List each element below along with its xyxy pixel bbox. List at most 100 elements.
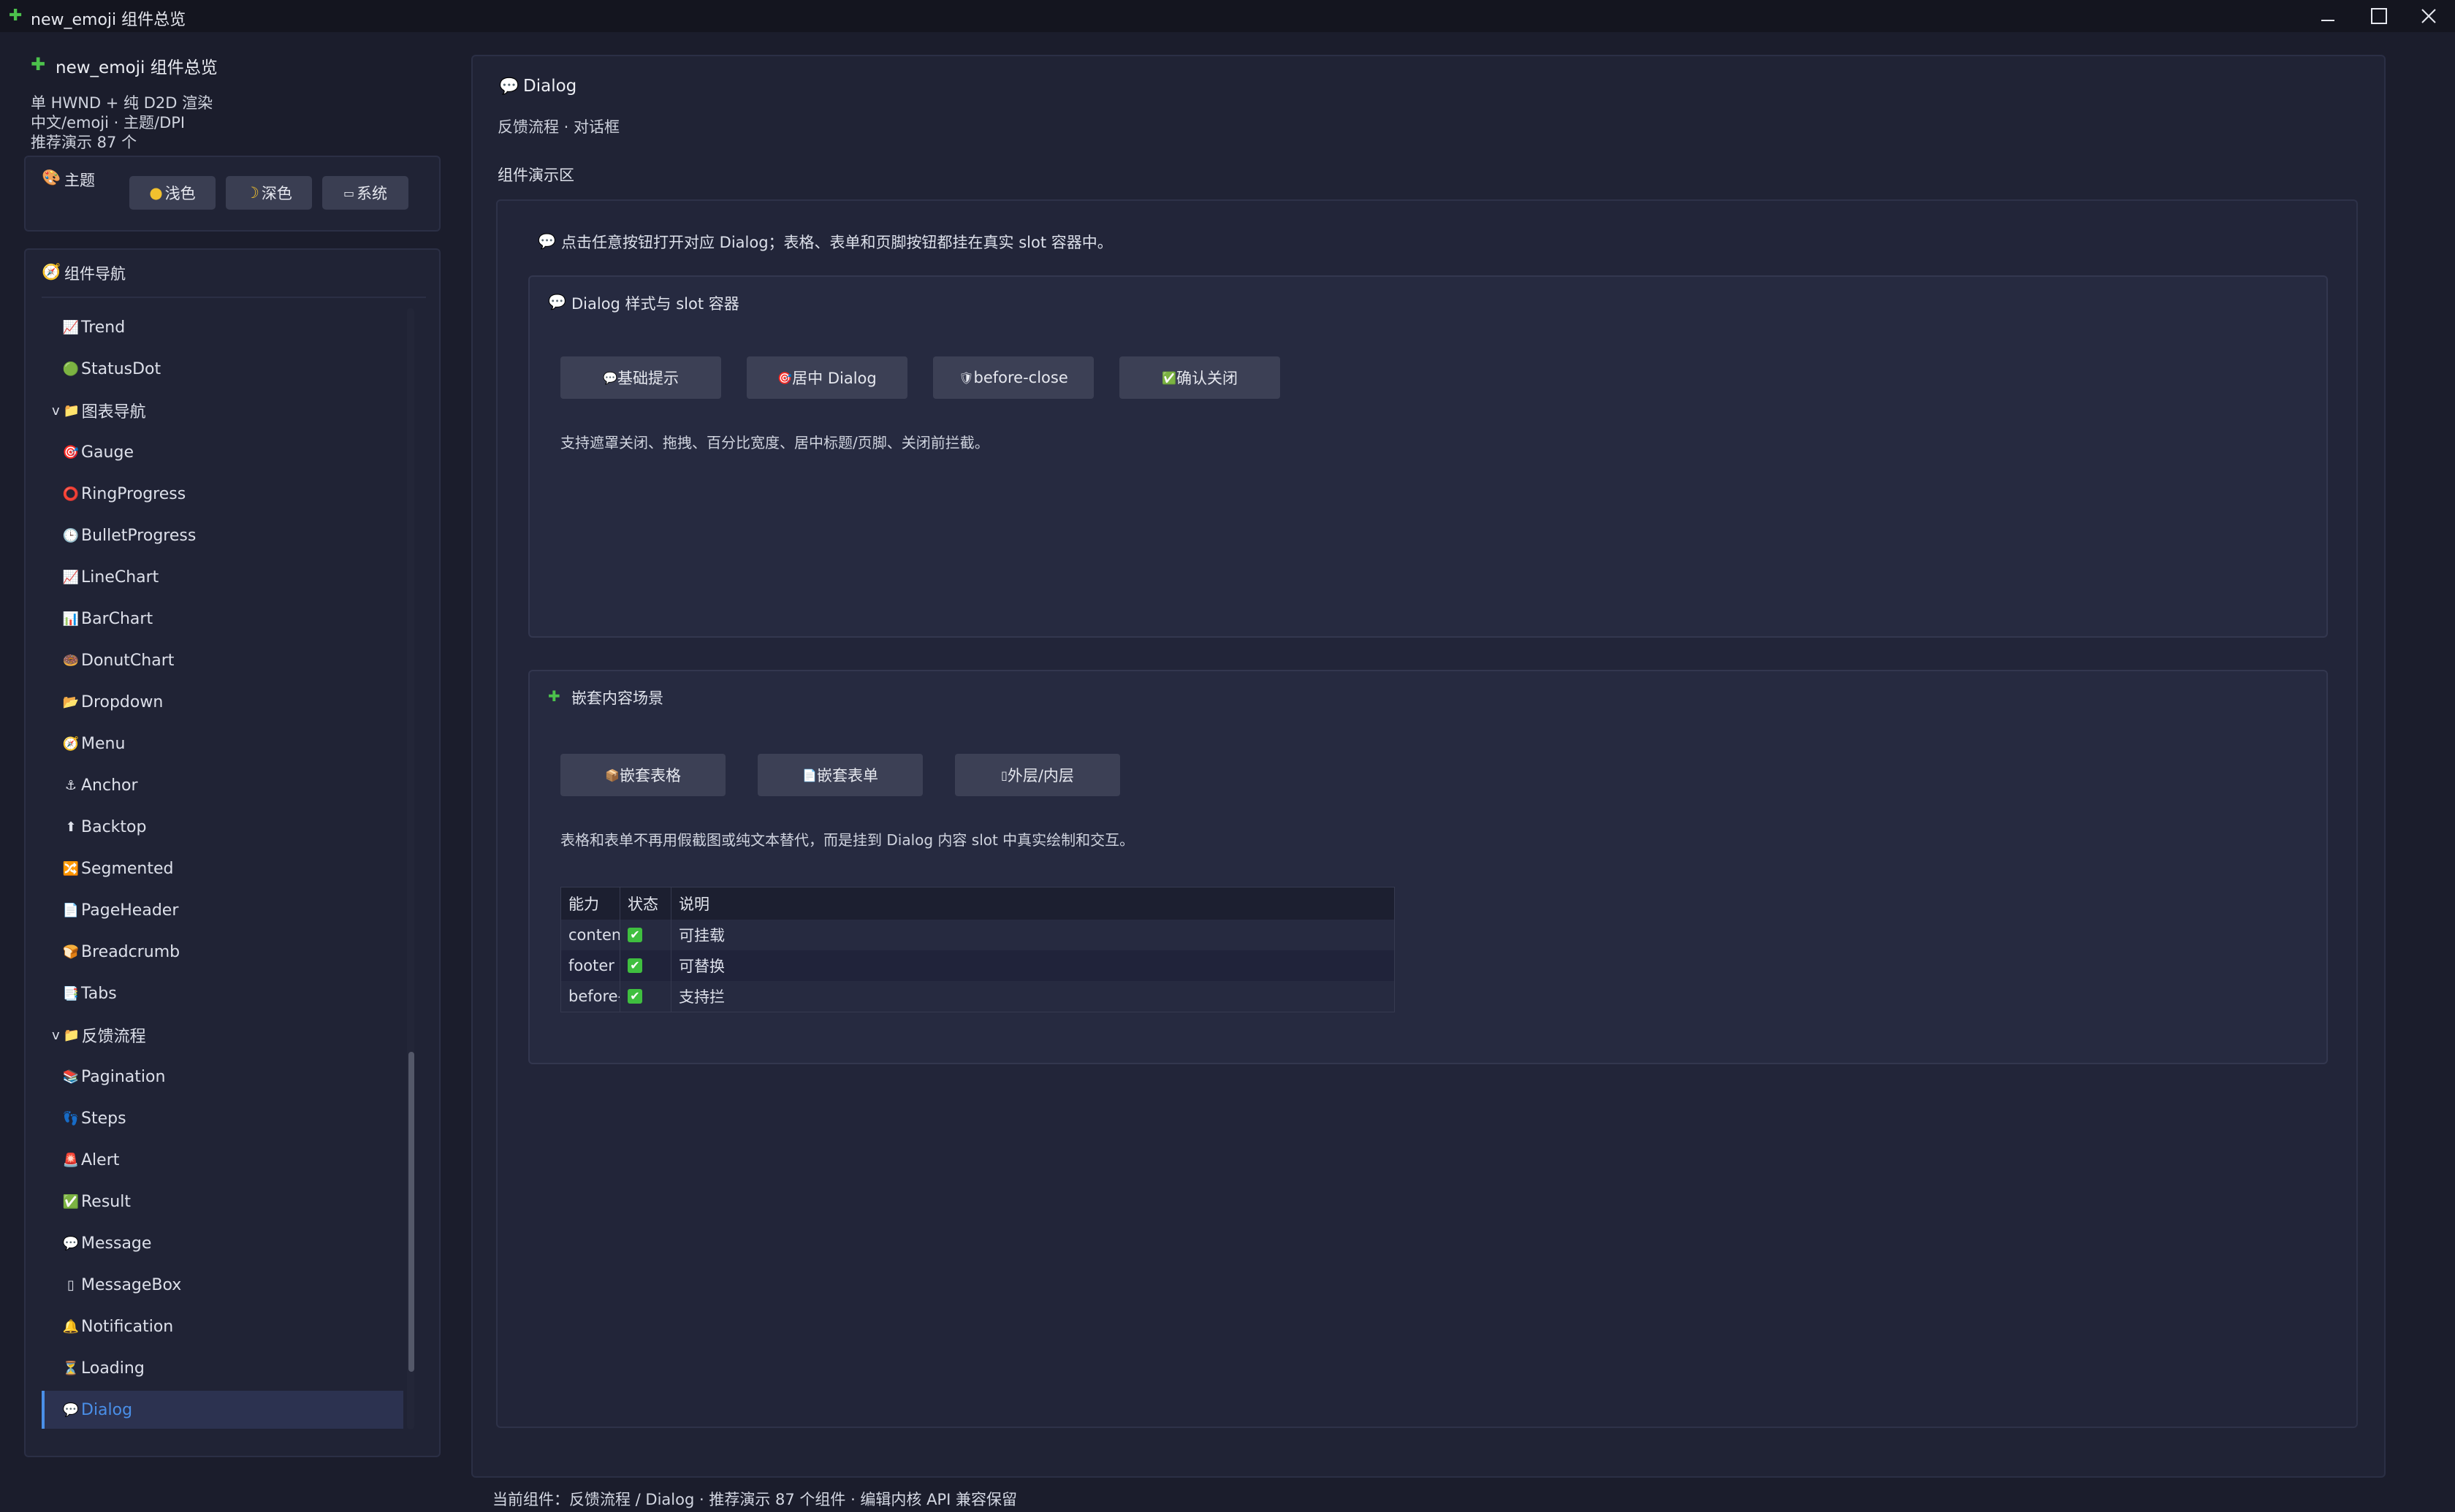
- nav-item[interactable]: 📚 Pagination: [42, 1058, 403, 1096]
- nav-item-label: Message: [81, 1234, 152, 1253]
- nav-item-icon: 📄: [62, 902, 80, 918]
- nav-item-label: Notification: [81, 1317, 174, 1336]
- nav-item[interactable]: 🧭 Menu: [42, 725, 403, 763]
- theme-light-button[interactable]: ● 浅色: [129, 176, 216, 210]
- card-title: 嵌套内容场景: [571, 690, 663, 707]
- theme-system-button[interactable]: ▭ 系统: [322, 176, 408, 210]
- nav-item[interactable]: 📈 LineChart: [42, 558, 403, 596]
- nav-item-label: Segmented: [81, 859, 174, 878]
- button-label: 基础提示: [617, 370, 679, 387]
- outer-inner-button[interactable]: ▯ 外层/内层: [955, 754, 1120, 796]
- nav-item[interactable]: 🟢 StatusDot: [42, 350, 403, 388]
- nav-item[interactable]: 📄 PageHeader: [42, 891, 403, 929]
- minimize-button[interactable]: [2303, 0, 2353, 32]
- nav-item-label: Anchor: [81, 776, 138, 795]
- basic-tip-button[interactable]: 💬 基础提示: [560, 356, 721, 399]
- nav-item-icon: 💬: [62, 1235, 80, 1251]
- nav-item-icon: ⚓: [64, 777, 77, 793]
- nav-item[interactable]: 👣 Steps: [42, 1099, 403, 1137]
- nav-item-label: Gauge: [81, 443, 134, 462]
- nav-group[interactable]: v 📁 图表导航: [42, 392, 403, 429]
- nav-group[interactable]: v 📁 反馈流程: [42, 1016, 403, 1054]
- nav-item-label: Dialog: [81, 1400, 133, 1419]
- title-bar: [0, 0, 2455, 32]
- theme-label: 主题: [64, 172, 95, 189]
- palette-icon: 🎨: [42, 169, 61, 186]
- window-title: new_emoji 组件总览: [31, 11, 186, 29]
- nav-item-label: DonutChart: [81, 651, 175, 670]
- nav-item[interactable]: 💬 Message: [42, 1224, 403, 1262]
- nav-item[interactable]: 🍞 Breadcrumb: [42, 933, 403, 971]
- status-bar: 当前组件：反馈流程 / Dialog · 推荐演示 87 个组件 · 编辑内核 …: [492, 1491, 1018, 1508]
- nested-table-button[interactable]: 📦 嵌套表格: [560, 754, 726, 796]
- before-close-button[interactable]: 🛡 before-close: [933, 356, 1094, 399]
- nav-item[interactable]: 🎯 Gauge: [42, 433, 403, 471]
- nav-item[interactable]: ⏳ Loading: [42, 1349, 403, 1387]
- nav-item-icon: 📚: [62, 1069, 80, 1085]
- nav-item-icon: 📑: [62, 985, 80, 1001]
- close-button[interactable]: [2404, 0, 2454, 32]
- nav-item[interactable]: 🔀 Segmented: [42, 849, 403, 887]
- nav-item-icon: 🔀: [62, 860, 80, 877]
- hint-text: 点击任意按钮打开对应 Dialog；表格、表单和页脚按钮都挂在真实 slot 容…: [561, 234, 1113, 251]
- document-icon: 📄: [802, 768, 817, 782]
- confirm-close-button[interactable]: ✅ 确认关闭: [1119, 356, 1280, 399]
- compass-icon: 🧭: [42, 263, 61, 280]
- table-row[interactable]: before- ✔ 支持拦: [561, 981, 1394, 1012]
- nav-item-label: 反馈流程: [81, 1028, 146, 1046]
- scrollbar-thumb[interactable]: [408, 1052, 414, 1372]
- sun-icon: ●: [149, 184, 163, 202]
- centered-dialog-button[interactable]: 🎯 居中 Dialog: [747, 356, 907, 399]
- shield-icon: 🛡: [959, 370, 974, 385]
- divider: [42, 297, 426, 298]
- nav-item-icon: 🕒: [62, 527, 80, 543]
- nav-item-label: Trend: [81, 318, 126, 337]
- nav-item[interactable]: ⚓ Anchor: [42, 766, 403, 804]
- nav-item[interactable]: 📈 Trend: [42, 308, 403, 346]
- nav-item-icon: 🚨: [62, 1152, 80, 1168]
- nested-form-button[interactable]: 📄 嵌套表单: [758, 754, 923, 796]
- folder-icon: 📁: [63, 402, 80, 419]
- nav-item-label: LineChart: [81, 568, 159, 587]
- table-row[interactable]: conten ✔ 可挂载: [561, 920, 1394, 950]
- nav-item[interactable]: 🕒 BulletProgress: [42, 516, 403, 554]
- maximize-button[interactable]: [2354, 0, 2404, 32]
- table-header-row: 能力 状态 说明: [561, 887, 1394, 920]
- expand-chevron-icon[interactable]: v: [52, 403, 60, 419]
- nav-item-icon: 📊: [62, 611, 80, 627]
- button-label: 嵌套表格: [619, 767, 681, 784]
- close-icon: [2421, 9, 2436, 23]
- nav-item[interactable]: 💬 Dialog: [42, 1391, 403, 1429]
- nav-item-icon: 📈: [62, 319, 80, 335]
- table-cell: before-: [561, 981, 620, 1012]
- maximize-icon: [2371, 8, 2387, 24]
- button-label: 外层/内层: [1007, 767, 1074, 784]
- nav-item[interactable]: ▯ MessageBox: [42, 1266, 403, 1304]
- nav-item[interactable]: ⭕ RingProgress: [42, 475, 403, 513]
- nav-item[interactable]: 📂 Dropdown: [42, 683, 403, 721]
- placeholder-icon: ▯: [1001, 768, 1008, 782]
- nav-item[interactable]: 📑 Tabs: [42, 974, 403, 1012]
- status-cell: ✔: [620, 950, 671, 981]
- theme-dark-button[interactable]: ☽ 深色: [226, 176, 312, 210]
- nav-item[interactable]: 🍩 DonutChart: [42, 641, 403, 679]
- nav-item[interactable]: ✅ Result: [42, 1183, 403, 1221]
- nav-item[interactable]: 📊 BarChart: [42, 600, 403, 638]
- table-row[interactable]: footer ✔ 可替换: [561, 950, 1394, 981]
- expand-chevron-icon[interactable]: v: [52, 1028, 60, 1043]
- info-line: 推荐演示 87 个: [31, 134, 137, 151]
- nav-item[interactable]: 🚨 Alert: [42, 1141, 403, 1179]
- table-cell: 可挂载: [679, 927, 725, 944]
- table-cell: 支持拦: [679, 988, 725, 1006]
- puzzle-icon: ✚: [548, 687, 560, 705]
- nav-item[interactable]: ⬆ Backtop: [42, 808, 403, 846]
- theme-button-label: 浅色: [164, 185, 196, 202]
- dialog-style-card: [528, 275, 2328, 638]
- nav-item[interactable]: 🔔 Notification: [42, 1307, 403, 1345]
- nav-item-icon: 🧭: [62, 736, 80, 752]
- package-icon: 📦: [605, 768, 620, 782]
- table-cell: footer: [561, 950, 620, 981]
- target-icon: 🎯: [777, 370, 793, 385]
- nav-item-icon: ✅: [62, 1194, 80, 1210]
- nav-item-label: MessageBox: [81, 1275, 182, 1294]
